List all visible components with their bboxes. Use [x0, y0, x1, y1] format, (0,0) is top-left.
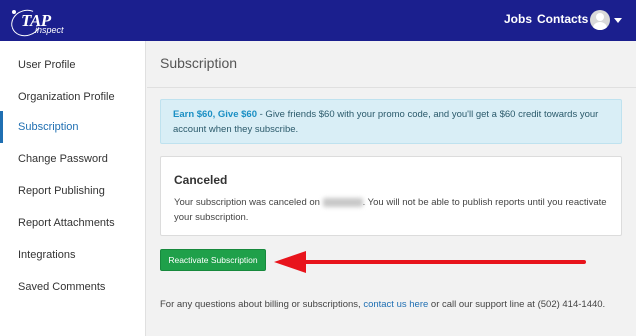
subscription-status-card: Canceled Your subscription was canceled … — [160, 156, 622, 236]
page-title: Subscription — [160, 55, 238, 71]
chevron-down-icon[interactable] — [614, 18, 622, 23]
nav-contacts-link[interactable]: Contacts — [537, 12, 588, 26]
billing-help-note: For any questions about billing or subsc… — [160, 299, 605, 310]
sidebar-item-organization-profile[interactable]: Organization Profile — [0, 81, 146, 113]
reactivate-subscription-button[interactable]: Reactivate Subscription — [160, 249, 266, 271]
footer-text-before: For any questions about billing or subsc… — [160, 299, 364, 310]
user-avatar[interactable] — [590, 10, 610, 30]
sidebar-item-subscription[interactable]: Subscription — [0, 111, 146, 143]
sidebar-item-report-publishing[interactable]: Report Publishing — [0, 175, 146, 207]
avatar-body — [593, 22, 607, 30]
logo-dot — [12, 10, 16, 14]
promo-highlight[interactable]: Earn $60, Give $60 — [173, 109, 257, 120]
sidebar-item-user-profile[interactable]: User Profile — [0, 49, 146, 81]
logo-subtext: inspect — [35, 25, 64, 35]
redacted-date — [322, 197, 363, 207]
title-divider — [147, 87, 636, 88]
status-title: Canceled — [174, 173, 228, 187]
sidebar-item-integrations[interactable]: Integrations — [0, 239, 146, 271]
red-arrow-annotation — [274, 251, 586, 273]
status-message: Your subscription was canceled on . You … — [174, 195, 614, 225]
sidebar-item-report-attachments[interactable]: Report Attachments — [0, 207, 146, 239]
tapinspect-logo[interactable]: TAP inspect — [7, 5, 71, 41]
sidebar-item-change-password[interactable]: Change Password — [0, 143, 146, 175]
contact-us-link[interactable]: contact us here — [363, 299, 428, 310]
footer-text-after: or call our support line at (502) 414-14… — [428, 299, 606, 310]
sidebar-item-saved-comments[interactable]: Saved Comments — [0, 271, 146, 303]
arrow-head — [274, 251, 306, 273]
top-navigation-bar: TAP inspect Jobs Contacts — [0, 0, 636, 41]
settings-sidebar: User Profile Organization Profile Subscr… — [0, 41, 146, 336]
nav-jobs-link[interactable]: Jobs — [504, 12, 532, 26]
promo-banner: Earn $60, Give $60 - Give friends $60 wi… — [160, 99, 622, 144]
main-content: Subscription Earn $60, Give $60 - Give f… — [147, 41, 636, 336]
avatar-head — [596, 13, 604, 21]
status-text-before: Your subscription was canceled on — [174, 197, 323, 208]
